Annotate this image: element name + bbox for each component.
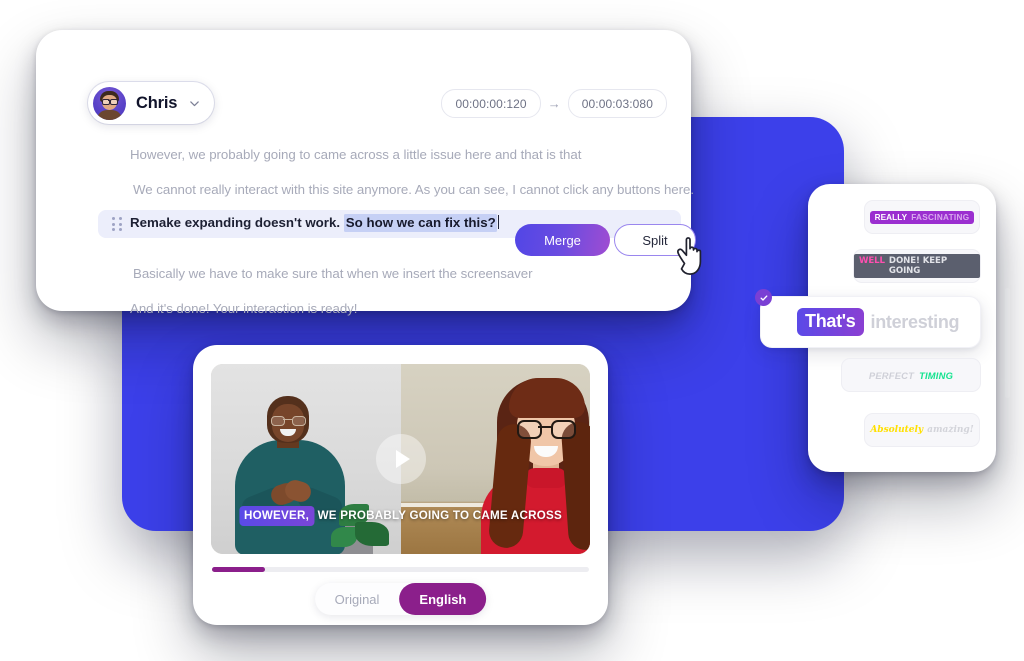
language-tab-original[interactable]: Original (315, 583, 400, 615)
drag-handle-icon[interactable] (112, 217, 123, 231)
preset-text-a: That's (797, 308, 864, 336)
preset-text-b: DONE! KEEP GOING (888, 256, 948, 276)
transcript-line[interactable]: However, we probably going to came acros… (130, 147, 581, 162)
timecode-start[interactable]: 00:00:00:120 (441, 89, 541, 118)
preset-text-a: REALLY (874, 212, 908, 222)
preset-text-a: WELL (859, 256, 885, 266)
transcript-line[interactable]: Basically we have to make sure that when… (133, 266, 533, 281)
split-button[interactable]: Split (614, 224, 696, 256)
video-caption: HOWEVER, WE PROBABLY GOING TO CAME ACROS… (238, 506, 563, 526)
text-caret (497, 215, 500, 229)
language-tab-english[interactable]: English (399, 583, 487, 615)
language-toggle: Original English (314, 583, 487, 615)
video-scene-right (400, 364, 590, 554)
avatar (93, 86, 126, 120)
preset-text-b: TIMING (919, 369, 954, 381)
transcript-line[interactable]: And it's done! Your interaction is ready… (130, 301, 357, 316)
caption-style-option-selected[interactable]: That's interesting (755, 289, 981, 348)
transcript-card: Chris 00:00:00:120 → 00:00:03:080 Howeve… (36, 30, 702, 316)
merge-button[interactable]: Merge (515, 224, 610, 256)
caption-style-panel: REALLY FASCINATING WELL DONE! KEEP GOING… (755, 184, 1010, 472)
caption-style-option[interactable]: Absolutely amazing! (864, 413, 980, 447)
panel-scrollbar[interactable] (1005, 288, 1010, 398)
timecode-arrow-icon: → (547, 96, 561, 111)
video-progress-fill (212, 567, 265, 572)
app-screenshot: Chris 00:00:00:120 → 00:00:03:080 Howeve… (0, 0, 1024, 661)
caption-style-option[interactable]: REALLY FASCINATING (864, 200, 980, 234)
video-frame[interactable]: HOWEVER, WE PROBABLY GOING TO CAME ACROS… (211, 364, 590, 554)
play-icon[interactable] (375, 434, 426, 484)
video-player-card: HOWEVER, WE PROBABLY GOING TO CAME ACROS… (193, 345, 608, 625)
chevron-down-icon (190, 100, 199, 106)
caption-highlight: HOWEVER, (238, 506, 315, 526)
caption-rest: WE PROBABLY GOING TO CAME ACROSS (317, 509, 563, 522)
transcript-active-text[interactable]: Remake expanding doesn't work. So how we… (130, 214, 500, 232)
speaker-name: Chris (136, 93, 178, 112)
active-text-plain: Remake expanding doesn't work. (130, 215, 341, 230)
preset-text-a: Absolutely (870, 425, 924, 435)
check-icon (755, 289, 772, 306)
transcript-line[interactable]: We cannot really interact with this site… (133, 182, 694, 197)
caption-style-option[interactable]: PERFECT TIMING (841, 358, 981, 392)
preset-text-b: interesting (870, 311, 960, 332)
active-text-selection: So how we can fix this? (343, 214, 497, 232)
timecode-range: 00:00:00:120 → 00:00:03:080 (441, 89, 667, 118)
video-progress-bar[interactable] (212, 567, 589, 572)
caption-style-option[interactable]: WELL DONE! KEEP GOING (853, 249, 981, 283)
preset-text-a: PERFECT (868, 369, 915, 381)
preset-text-b: amazing! (927, 425, 974, 435)
speaker-selector[interactable]: Chris (88, 82, 215, 124)
timecode-end[interactable]: 00:00:03:080 (567, 89, 667, 118)
preset-text-b: FASCINATING (911, 212, 970, 222)
